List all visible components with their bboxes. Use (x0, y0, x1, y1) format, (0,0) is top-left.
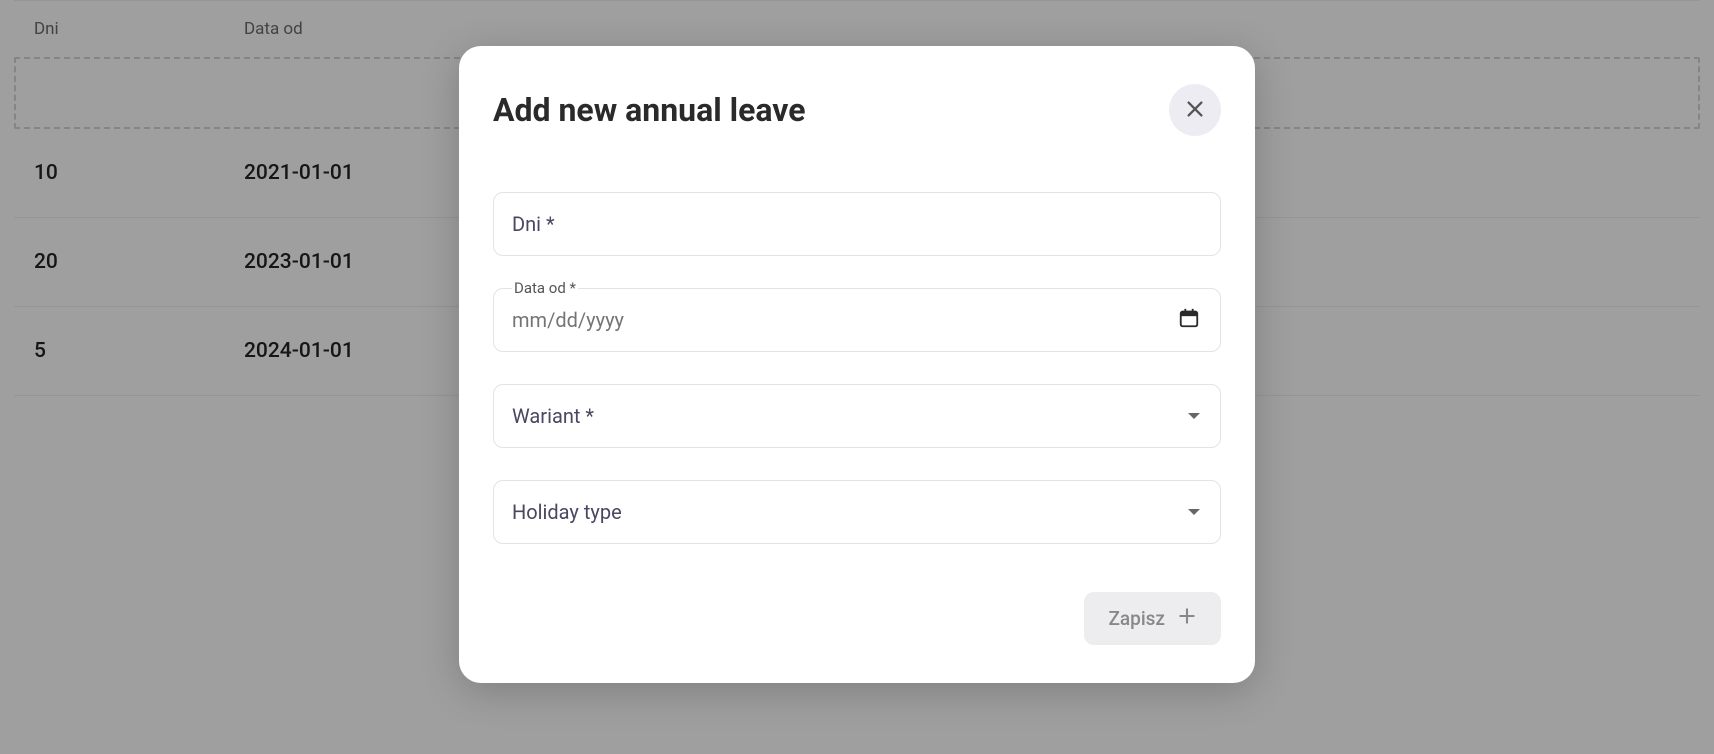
calendar-icon (1178, 307, 1200, 333)
holiday-type-field-wrap: Holiday type (493, 480, 1221, 544)
save-button[interactable]: Zapisz (1084, 592, 1221, 645)
modal-header: Add new annual leave (493, 84, 1221, 136)
days-field-wrap: Dni * (493, 192, 1221, 256)
holiday-type-select[interactable]: Holiday type (493, 480, 1221, 544)
variant-label: Wariant * (512, 404, 594, 428)
save-button-label: Zapisz (1108, 607, 1165, 630)
plus-icon (1177, 606, 1197, 631)
add-annual-leave-modal: Add new annual leave Dni * Data od * (459, 46, 1255, 683)
close-button[interactable] (1169, 84, 1221, 136)
modal-footer: Zapisz (493, 592, 1221, 645)
date-field[interactable] (512, 308, 1178, 332)
form-fields: Dni * Data od * Wariant * (493, 192, 1221, 544)
days-input[interactable]: Dni * (493, 192, 1221, 256)
close-icon (1184, 98, 1206, 123)
date-label: Data od * (512, 279, 578, 297)
modal-title: Add new annual leave (493, 91, 806, 129)
chevron-down-icon (1188, 509, 1200, 515)
holiday-type-label: Holiday type (512, 500, 622, 524)
date-input[interactable]: Data od * (493, 288, 1221, 352)
variant-select[interactable]: Wariant * (493, 384, 1221, 448)
days-label: Dni * (512, 212, 555, 236)
date-field-wrap: Data od * (493, 288, 1221, 352)
chevron-down-icon (1188, 413, 1200, 419)
variant-field-wrap: Wariant * (493, 384, 1221, 448)
